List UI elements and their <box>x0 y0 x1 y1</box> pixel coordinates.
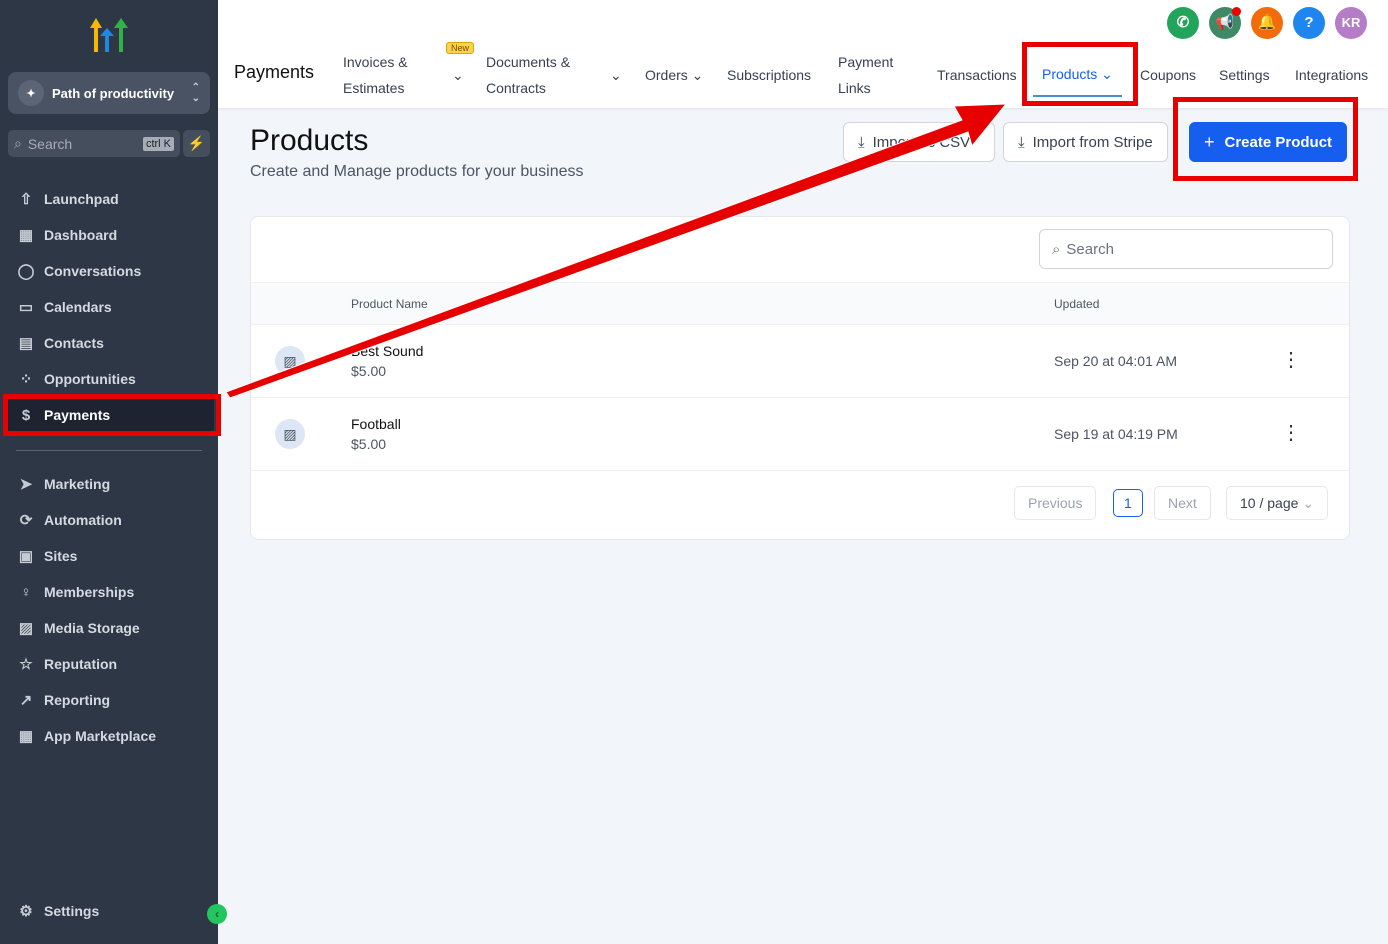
annotation-arrow <box>225 103 1008 399</box>
